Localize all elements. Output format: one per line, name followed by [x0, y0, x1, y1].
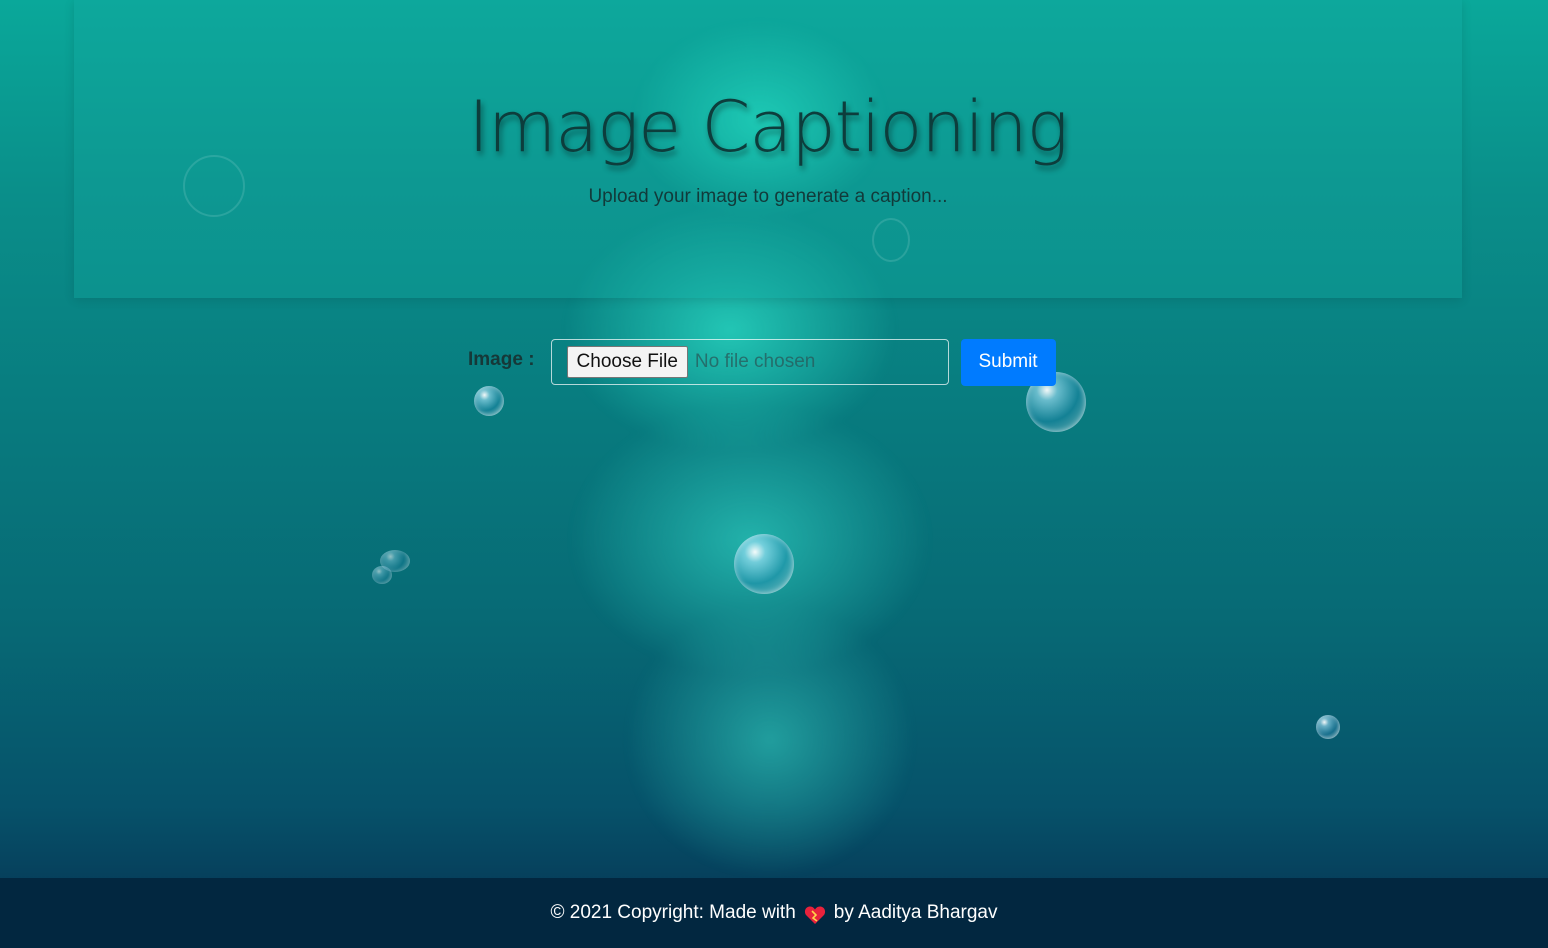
page: { "header": { "title": "Image Captioning…: [0, 0, 1548, 948]
file-input[interactable]: Choose File No file chosen: [550, 339, 949, 385]
footer-author-text: by Aaditya Bhargav: [833, 902, 998, 923]
heart-icon: [804, 905, 826, 925]
background-bubble: [734, 534, 794, 594]
background-bubble: [372, 566, 392, 584]
submit-button[interactable]: Submit: [960, 338, 1056, 386]
footer: © 2021 Copyright: Made with by Aaditya B…: [0, 878, 1548, 948]
page-subtitle: Upload your image to generate a caption.…: [588, 186, 948, 207]
header-panel: Image Captioning Upload your image to ge…: [74, 0, 1462, 298]
file-status-text: No file chosen: [694, 351, 816, 372]
choose-file-button[interactable]: Choose File: [566, 346, 688, 378]
upload-form: Image : Choose File No file chosen Submi…: [468, 338, 1056, 386]
background-bubble: [474, 386, 504, 416]
page-title: Image Captioning: [468, 86, 1068, 168]
background-bubble: [1316, 715, 1340, 739]
image-field-label: Image :: [468, 349, 535, 370]
footer-copyright-text: © 2021 Copyright: Made with: [550, 902, 796, 923]
